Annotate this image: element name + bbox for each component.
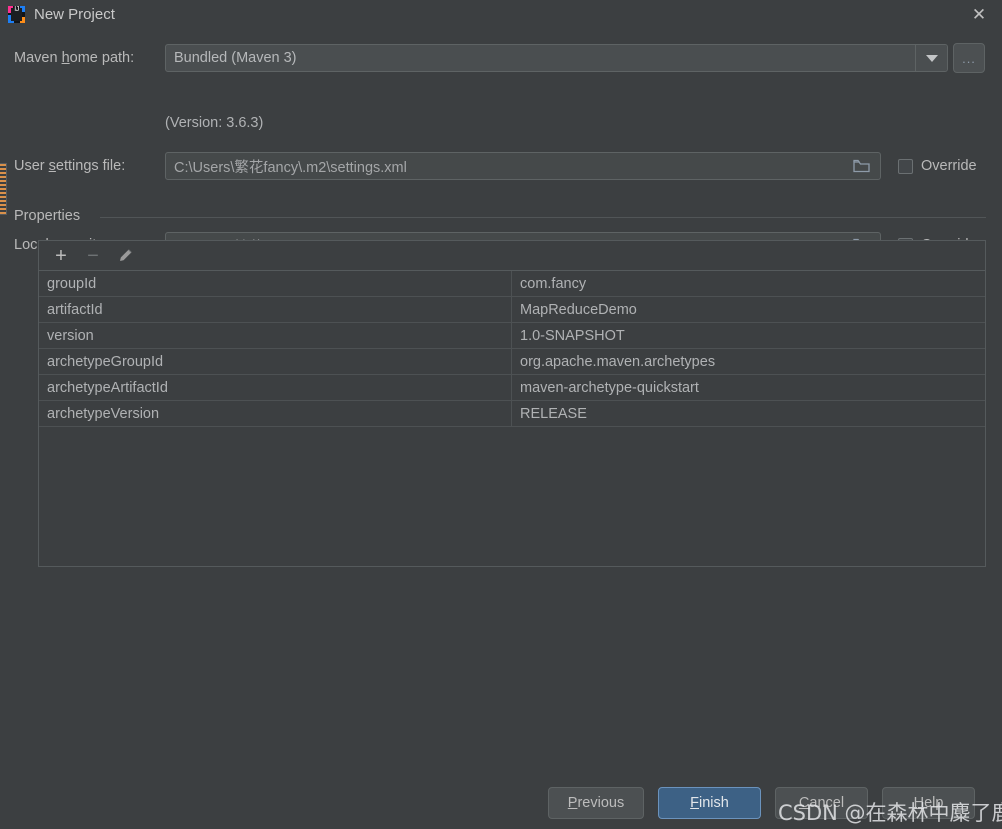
left-edge-resize-strip[interactable] (0, 163, 7, 215)
user-settings-folder-icon[interactable] (848, 153, 874, 179)
window-title: New Project (34, 6, 115, 23)
user-settings-file-value: C:\Users\繁花fancy\.m2\settings.xml (174, 159, 407, 176)
pencil-icon-glyph (119, 249, 131, 261)
maven-settings-form: Maven home path: Bundled (Maven 3) ... (… (0, 29, 1002, 260)
property-value-cell: 1.0-SNAPSHOT (520, 327, 625, 344)
finish-button[interactable]: Finish (658, 787, 761, 819)
user-settings-file-row: User settings file: C:\Users\繁花fancy\.m2… (0, 65, 1002, 180)
property-value-cell: com.fancy (520, 275, 587, 292)
property-key-cell: archetypeArtifactId (39, 375, 512, 400)
user-settings-override-checkbox[interactable]: Override (898, 158, 977, 174)
properties-group-title: Properties (14, 208, 89, 224)
folder-icon-glyph (852, 159, 870, 173)
property-value-cell: MapReduceDemo (520, 301, 637, 318)
checkbox-box (898, 158, 913, 174)
table-row[interactable]: archetypeVersion RELEASE (39, 401, 985, 427)
icon-text: IJ (14, 6, 19, 13)
property-key-cell: artifactId (39, 297, 512, 322)
maven-home-path-value: Bundled (Maven 3) (174, 50, 297, 66)
close-icon[interactable]: ✕ (956, 0, 1002, 29)
properties-toolbar: + − (39, 241, 985, 271)
help-button[interactable]: Help (882, 787, 975, 819)
table-row[interactable]: archetypeGroupId org.apache.maven.archety… (39, 349, 985, 375)
property-value-cell: RELEASE (520, 405, 587, 422)
property-value-cell: maven-archetype-quickstart (520, 379, 699, 396)
intellij-idea-icon: IJ (8, 6, 25, 23)
user-settings-file-input[interactable]: C:\Users\繁花fancy\.m2\settings.xml (165, 152, 881, 180)
table-row[interactable]: groupId com.fancy (39, 271, 985, 297)
add-property-button[interactable]: + (47, 243, 75, 269)
edit-pencil-icon[interactable] (111, 243, 139, 269)
maven-home-path-row: Maven home path: Bundled (Maven 3) ... (0, 29, 1002, 73)
local-repository-row: Local repository: C:\Users\繁花fancy\.m2\r… (0, 101, 1002, 260)
dialog-footer: Previous Finish Cancel Help (0, 783, 1002, 829)
table-row[interactable]: artifactId MapReduceDemo (39, 297, 985, 323)
property-key-cell: version (39, 323, 512, 348)
property-key-cell: groupId (39, 271, 512, 296)
property-key-cell: archetypeGroupId (39, 349, 512, 374)
user-settings-override-label: Override (921, 158, 977, 174)
remove-property-button[interactable]: − (79, 243, 107, 269)
properties-table: + − groupId com.fancy artifactId MapReduceD… (38, 240, 986, 567)
maven-home-path-label: Maven home path: (14, 50, 135, 66)
table-row[interactable]: version 1.0-SNAPSHOT (39, 323, 985, 349)
previous-button[interactable]: Previous (548, 787, 644, 819)
properties-table-body: groupId com.fancy artifactId MapReduceDemo v… (39, 271, 985, 566)
property-key-cell: archetypeVersion (39, 401, 512, 426)
table-row[interactable]: archetypeArtifactId maven-archetype-quick… (39, 375, 985, 401)
cancel-button[interactable]: Cancel (775, 787, 868, 819)
title-bar: IJ New Project ✕ (0, 0, 1002, 29)
user-settings-file-label: User settings file: (14, 158, 126, 174)
property-value-cell: org.apache.maven.archetypes (520, 353, 716, 370)
properties-group-separator (100, 217, 986, 218)
